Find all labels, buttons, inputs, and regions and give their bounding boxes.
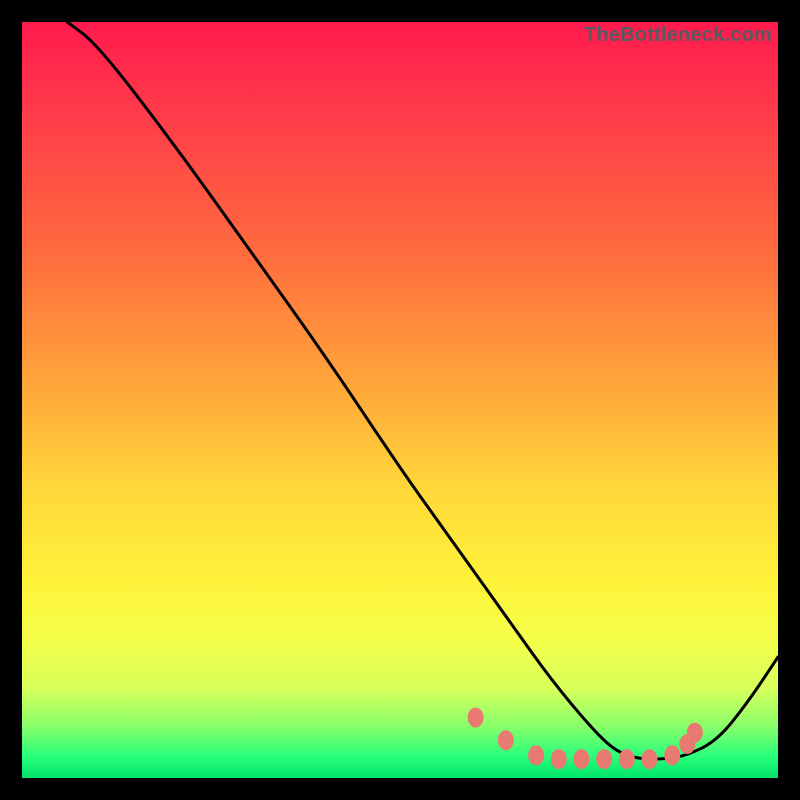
curve-marker	[551, 749, 567, 769]
curve-marker	[679, 734, 695, 754]
bottleneck-curve	[67, 22, 778, 759]
watermark-text: TheBottleneck.com	[584, 24, 772, 47]
curve-marker	[642, 749, 658, 769]
curve-marker	[573, 749, 589, 769]
curve-marker	[664, 745, 680, 765]
curve-markers	[468, 708, 703, 770]
plot-area: TheBottleneck.com	[22, 22, 778, 778]
curve-marker	[596, 749, 612, 769]
curve-marker	[498, 730, 514, 750]
chart-svg	[22, 22, 778, 778]
curve-marker	[687, 723, 703, 743]
curve-marker	[619, 749, 635, 769]
curve-marker	[468, 708, 484, 728]
curve-marker	[528, 745, 544, 765]
chart-frame: TheBottleneck.com	[0, 0, 800, 800]
